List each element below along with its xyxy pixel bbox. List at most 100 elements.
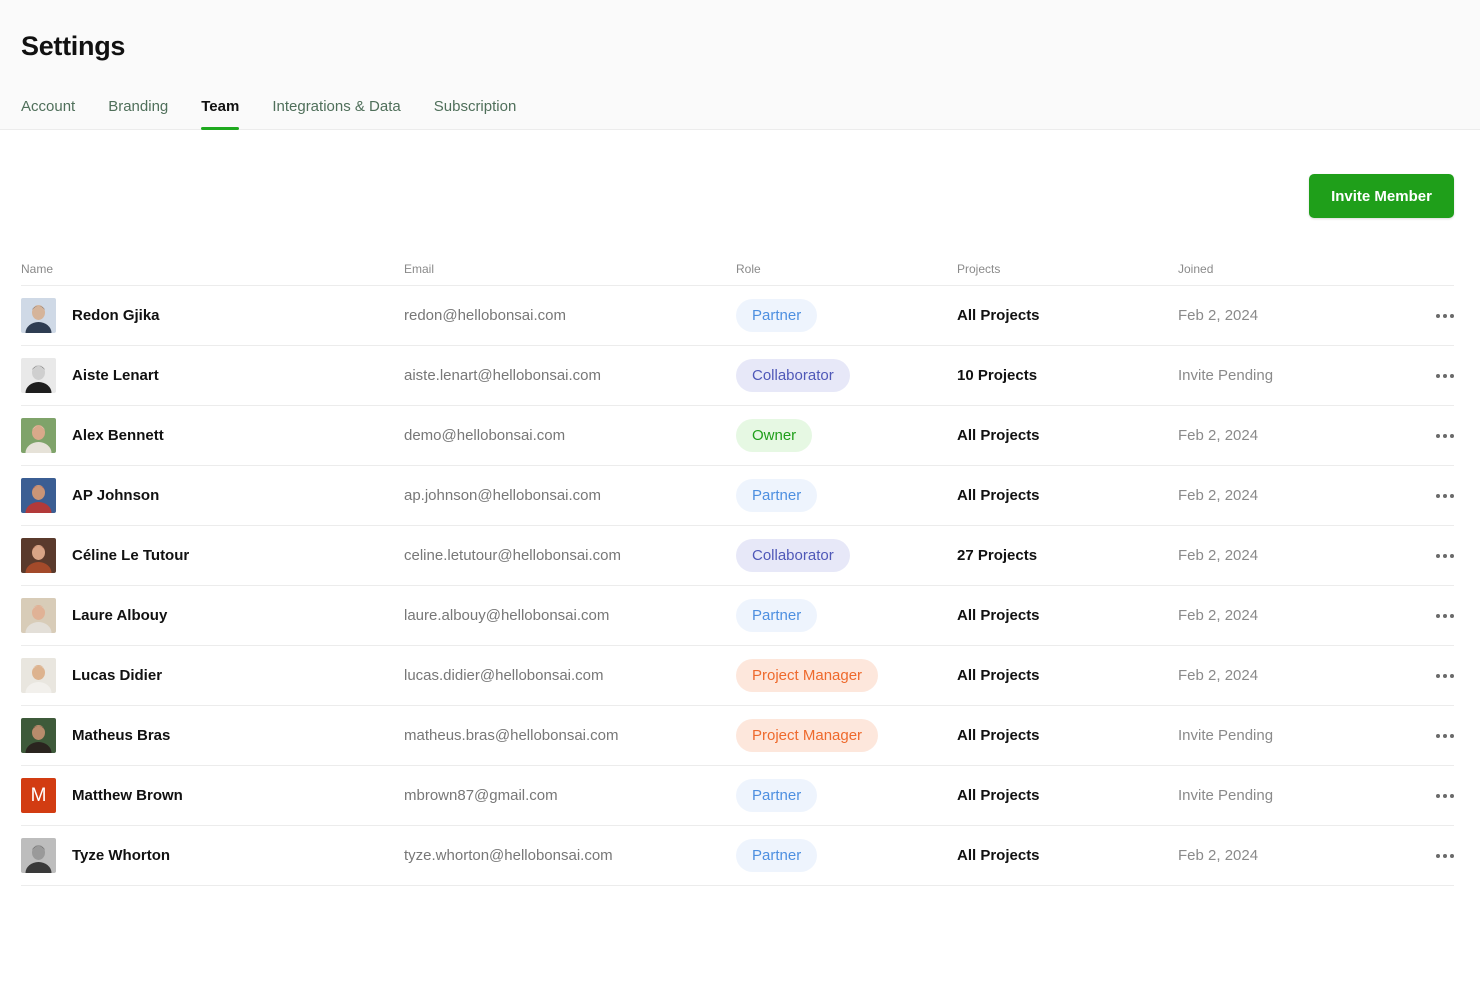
member-name: Matheus Bras bbox=[72, 727, 171, 744]
column-header-email: Email bbox=[404, 262, 435, 276]
row-actions bbox=[1430, 646, 1454, 705]
role-cell: Partner bbox=[736, 286, 818, 345]
photo-avatar bbox=[21, 658, 56, 693]
role-cell: Project Manager bbox=[736, 706, 879, 765]
member-email: mbrown87@gmail.com bbox=[404, 787, 558, 804]
role-cell: Partner bbox=[736, 826, 818, 885]
row-actions bbox=[1430, 826, 1454, 885]
person-photo-icon bbox=[21, 718, 56, 753]
person-photo-icon bbox=[21, 658, 56, 693]
member-projects: All Projects bbox=[957, 307, 1040, 324]
role-cell: Owner bbox=[736, 406, 813, 465]
member-name: Matthew Brown bbox=[72, 787, 183, 804]
member-name: Laure Albouy bbox=[72, 607, 168, 624]
member-projects: All Projects bbox=[957, 487, 1040, 504]
column-header-name: Name bbox=[21, 262, 54, 276]
role-badge: Partner bbox=[736, 299, 818, 332]
member-cell: Matheus Bras bbox=[21, 706, 170, 765]
member-joined: Feb 2, 2024 bbox=[1178, 547, 1259, 564]
column-header-joined: Joined bbox=[1178, 262, 1214, 276]
person-photo-icon bbox=[21, 478, 56, 513]
photo-avatar bbox=[21, 718, 56, 753]
member-name: Céline Le Tutour bbox=[72, 547, 190, 564]
row-actions bbox=[1430, 286, 1454, 345]
role-cell: Project Manager bbox=[736, 646, 879, 705]
person-photo-icon bbox=[21, 298, 56, 333]
photo-avatar bbox=[21, 538, 56, 573]
member-joined: Feb 2, 2024 bbox=[1178, 427, 1259, 444]
member-projects: All Projects bbox=[957, 667, 1040, 684]
more-options-icon[interactable] bbox=[1436, 790, 1454, 802]
member-joined: Invite Pending bbox=[1178, 367, 1274, 384]
row-actions bbox=[1430, 766, 1454, 825]
member-cell: AP Johnson bbox=[21, 466, 159, 525]
more-options-icon[interactable] bbox=[1436, 670, 1454, 682]
invite-member-button[interactable]: Invite Member bbox=[1309, 174, 1454, 218]
member-cell: Céline Le Tutour bbox=[21, 526, 189, 585]
more-options-icon[interactable] bbox=[1436, 490, 1454, 502]
member-email: laure.albouy@hellobonsai.com bbox=[404, 607, 610, 624]
member-projects: All Projects bbox=[957, 607, 1040, 624]
table-row: Alex Bennett demo@hellobonsai.com Owner … bbox=[21, 406, 1454, 466]
column-header-projects: Projects bbox=[957, 262, 1001, 276]
role-cell: Collaborator bbox=[736, 526, 850, 585]
tab-integrations-data[interactable]: Integrations & Data bbox=[272, 96, 400, 130]
member-joined: Feb 2, 2024 bbox=[1178, 607, 1259, 624]
more-options-icon[interactable] bbox=[1436, 370, 1454, 382]
table-header: Name Email Role Projects Joined bbox=[21, 255, 1454, 286]
member-email: demo@hellobonsai.com bbox=[404, 427, 566, 444]
more-options-icon[interactable] bbox=[1436, 550, 1454, 562]
table-row: AP Johnson ap.johnson@hellobonsai.com Pa… bbox=[21, 466, 1454, 526]
member-joined: Feb 2, 2024 bbox=[1178, 307, 1259, 324]
photo-avatar bbox=[21, 838, 56, 873]
member-cell: Aiste Lenart bbox=[21, 346, 159, 405]
photo-avatar bbox=[21, 358, 56, 393]
member-name: Lucas Didier bbox=[72, 667, 163, 684]
tab-subscription[interactable]: Subscription bbox=[434, 96, 517, 130]
role-badge: Partner bbox=[736, 779, 818, 812]
role-cell: Partner bbox=[736, 466, 818, 525]
member-email: tyze.whorton@hellobonsai.com bbox=[404, 847, 613, 864]
tab-branding[interactable]: Branding bbox=[108, 96, 168, 130]
person-photo-icon bbox=[21, 838, 56, 873]
member-cell: Laure Albouy bbox=[21, 586, 167, 645]
table-body: Redon Gjika redon@hellobonsai.com Partne… bbox=[21, 286, 1454, 886]
initial-avatar: M bbox=[21, 778, 56, 813]
member-name: Alex Bennett bbox=[72, 427, 164, 444]
member-joined: Feb 2, 2024 bbox=[1178, 667, 1259, 684]
member-projects: All Projects bbox=[957, 427, 1040, 444]
more-options-icon[interactable] bbox=[1436, 430, 1454, 442]
role-badge: Partner bbox=[736, 599, 818, 632]
person-photo-icon bbox=[21, 598, 56, 633]
member-projects: All Projects bbox=[957, 727, 1040, 744]
role-badge: Collaborator bbox=[736, 539, 850, 572]
row-actions bbox=[1430, 706, 1454, 765]
member-name: Aiste Lenart bbox=[72, 367, 159, 384]
table-row: Laure Albouy laure.albouy@hellobonsai.co… bbox=[21, 586, 1454, 646]
more-options-icon[interactable] bbox=[1436, 610, 1454, 622]
member-cell: Redon Gjika bbox=[21, 286, 160, 345]
team-table: Name Email Role Projects Joined Redon Gj… bbox=[21, 255, 1454, 886]
member-projects: 10 Projects bbox=[957, 367, 1038, 384]
row-actions bbox=[1430, 406, 1454, 465]
avatar-initial: M bbox=[30, 784, 47, 806]
member-name: AP Johnson bbox=[72, 487, 160, 504]
member-name: Redon Gjika bbox=[72, 307, 160, 324]
role-badge: Project Manager bbox=[736, 719, 879, 752]
more-options-icon[interactable] bbox=[1436, 310, 1454, 322]
role-badge: Project Manager bbox=[736, 659, 879, 692]
member-email: lucas.didier@hellobonsai.com bbox=[404, 667, 604, 684]
table-row: Aiste Lenart aiste.lenart@hellobonsai.co… bbox=[21, 346, 1454, 406]
table-row: Tyze Whorton tyze.whorton@hellobonsai.co… bbox=[21, 826, 1454, 886]
table-row: Redon Gjika redon@hellobonsai.com Partne… bbox=[21, 286, 1454, 346]
tab-team[interactable]: Team bbox=[201, 96, 240, 130]
photo-avatar bbox=[21, 298, 56, 333]
role-cell: Partner bbox=[736, 766, 818, 825]
member-joined: Feb 2, 2024 bbox=[1178, 847, 1259, 864]
member-joined: Invite Pending bbox=[1178, 787, 1274, 804]
more-options-icon[interactable] bbox=[1436, 850, 1454, 862]
photo-avatar bbox=[21, 598, 56, 633]
more-options-icon[interactable] bbox=[1436, 730, 1454, 742]
member-name: Tyze Whorton bbox=[72, 847, 171, 864]
tab-account[interactable]: Account bbox=[21, 96, 75, 130]
